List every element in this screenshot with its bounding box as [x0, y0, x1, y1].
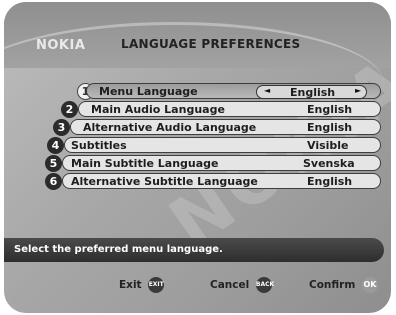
item-pill[interactable]: Subtitles Visible [64, 137, 381, 153]
item-pill[interactable]: Alternative Audio Language English [70, 119, 381, 135]
help-text: Select the preferred menu language. [14, 244, 223, 255]
arrow-left-icon[interactable]: ◄ [264, 86, 270, 95]
item-value: English [307, 175, 353, 188]
item-value: English [290, 86, 336, 99]
item-number: 5 [45, 155, 62, 172]
confirm-button[interactable]: Confirm OK [309, 277, 378, 293]
item-value: English [307, 121, 353, 134]
language-selector[interactable]: ◄ English ► [256, 85, 367, 99]
item-label: Main Audio Language [91, 103, 225, 116]
item-pill[interactable]: Main Subtitle Language Svenska [62, 155, 381, 171]
ok-key-icon: OK [361, 277, 378, 293]
back-key-icon: BACK [255, 277, 274, 293]
cancel-button[interactable]: Cancel BACK [210, 277, 274, 293]
item-number: 6 [45, 173, 62, 190]
item-label: Subtitles [71, 139, 127, 152]
exit-label: Exit [119, 279, 142, 291]
exit-button[interactable]: Exit EXIT [119, 277, 165, 293]
page-title: LANGUAGE PREFERENCES [121, 37, 301, 51]
item-number: 3 [53, 119, 70, 136]
item-value: Svenska [303, 157, 355, 170]
item-label: Alternative Subtitle Language [71, 175, 258, 188]
item-value: Visible [307, 139, 349, 152]
item-number: 2 [61, 101, 78, 118]
item-number: 4 [47, 137, 64, 154]
item-pill[interactable]: Alternative Subtitle Language English [62, 173, 381, 189]
item-pill[interactable]: Menu Language ◄ English ► [86, 83, 381, 99]
tv-screen: NOKIA NOKIA LANGUAGE PREFERENCES 1 Menu … [4, 2, 391, 313]
item-label: Alternative Audio Language [83, 121, 257, 134]
item-label: Main Subtitle Language [71, 157, 219, 170]
item-label: Menu Language [99, 85, 198, 98]
help-bar: Select the preferred menu language. [4, 238, 384, 262]
exit-key-icon: EXIT [148, 277, 165, 293]
confirm-label: Confirm [309, 279, 356, 291]
arrow-right-icon[interactable]: ► [355, 86, 361, 95]
item-value: English [307, 103, 353, 116]
nokia-logo: NOKIA [36, 38, 86, 53]
item-pill[interactable]: Main Audio Language English [78, 101, 381, 117]
cancel-label: Cancel [210, 279, 250, 291]
